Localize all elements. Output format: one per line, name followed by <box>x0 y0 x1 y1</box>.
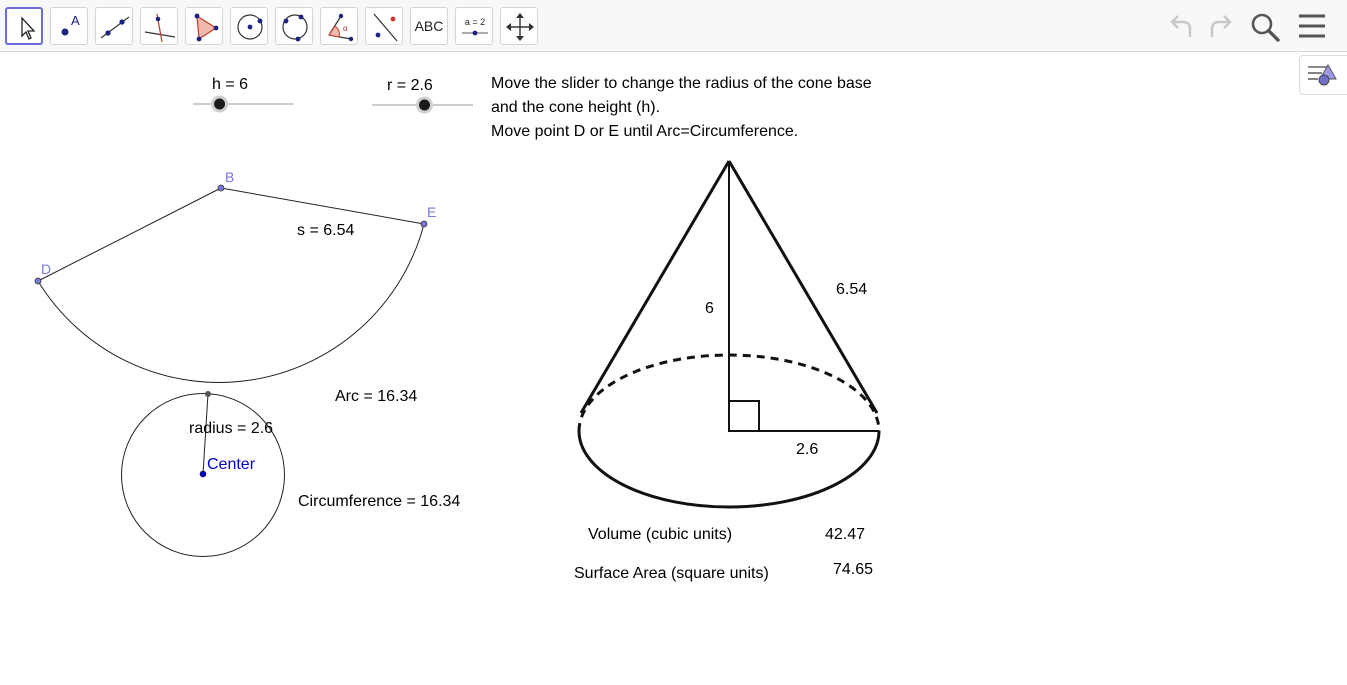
tangent-point <box>205 391 211 397</box>
surface-area-label: Surface Area (square units) <box>574 565 769 582</box>
point-b[interactable] <box>217 184 225 192</box>
surface-area-value: 74.65 <box>833 561 873 578</box>
text-tool-label: ABC <box>414 18 444 34</box>
reflect-about-line-icon <box>373 13 398 42</box>
line-through-points-icon <box>100 16 130 39</box>
point-d-label: D <box>41 261 51 277</box>
slant-s-label: s = 6.54 <box>297 222 354 239</box>
point-center[interactable] <box>199 470 207 478</box>
radius-label: radius = 2.6 <box>189 420 273 437</box>
text-tool-button[interactable]: ABC <box>410 7 448 45</box>
move-tool-button[interactable] <box>5 7 43 45</box>
point-e[interactable] <box>420 220 428 228</box>
volume-label: Volume (cubic units) <box>588 526 732 543</box>
move-view-tool-button[interactable] <box>500 7 538 45</box>
menu-icon[interactable] <box>1296 12 1328 42</box>
perpendicular-line-icon <box>144 13 176 43</box>
perpendicular-tool-button[interactable] <box>140 7 178 45</box>
measures: Volume (cubic units) 42.47 Surface Area … <box>574 526 873 582</box>
slider-h-label: h = 6 <box>212 76 248 93</box>
redo-icon[interactable] <box>1204 12 1236 42</box>
point-e-label: E <box>427 204 436 220</box>
undo-icon[interactable] <box>1166 12 1198 42</box>
circle-three-points-tool-button[interactable] <box>275 7 313 45</box>
cone-height-label: 6 <box>705 300 714 317</box>
right-angle-marker <box>728 400 760 432</box>
cone-radius-label: 2.6 <box>796 441 818 458</box>
slider-r[interactable]: r = 2.6 <box>372 77 473 114</box>
search-icon[interactable] <box>1249 11 1283 43</box>
cone-slant-label: 6.54 <box>836 281 867 298</box>
segment-b-e <box>220 187 425 225</box>
volume-value: 42.47 <box>825 526 865 543</box>
slider-r-knob[interactable] <box>419 99 431 111</box>
move-graphics-view-icon <box>506 13 534 41</box>
point-d[interactable] <box>34 277 42 285</box>
cone-slant-left <box>579 160 731 414</box>
point-a-icon: A <box>61 13 80 36</box>
toolbar: A α ABC a = 2 <box>0 0 1347 52</box>
sector-arc <box>37 223 425 383</box>
polygon-tool-button[interactable] <box>185 7 223 45</box>
arc-length-label: Arc = 16.34 <box>335 388 417 405</box>
cone-net: B D E s = 6.54 Arc = 16.34 Center radius… <box>34 169 460 557</box>
point-tool-label: A <box>71 13 80 28</box>
slider-h[interactable]: h = 6 <box>193 76 294 113</box>
slider-tool-label: a = 2 <box>465 17 485 27</box>
circle-center-tool-button[interactable] <box>230 7 268 45</box>
svg-text:α: α <box>343 24 348 33</box>
slider-tool-button[interactable]: a = 2 <box>455 7 493 45</box>
circumference-label: Circumference = 16.34 <box>298 493 460 510</box>
circle-center-point-icon <box>237 14 263 40</box>
slider-icon: a = 2 <box>462 17 488 36</box>
circle-three-points-icon <box>282 14 308 42</box>
line-tool-button[interactable] <box>95 7 133 45</box>
cone-diagram: 6 6.54 2.6 <box>577 160 881 509</box>
slider-h-knob[interactable] <box>214 98 226 110</box>
angle-tool-button[interactable]: α <box>320 7 358 45</box>
cursor-arrow-icon <box>21 16 36 40</box>
slider-r-label: r = 2.6 <box>387 77 433 94</box>
point-b-label: B <box>225 169 234 185</box>
center-label: Center <box>207 456 256 473</box>
polygon-icon <box>194 13 219 42</box>
segment-d-b <box>37 187 222 282</box>
cone-base-front <box>577 430 881 509</box>
angle-icon: α <box>328 13 354 42</box>
reflect-tool-button[interactable] <box>365 7 403 45</box>
point-tool-button[interactable]: A <box>50 7 88 45</box>
graphics-view[interactable]: h = 6 r = 2.6 B D E s = 6.54 Arc = 16.34… <box>0 53 1347 685</box>
